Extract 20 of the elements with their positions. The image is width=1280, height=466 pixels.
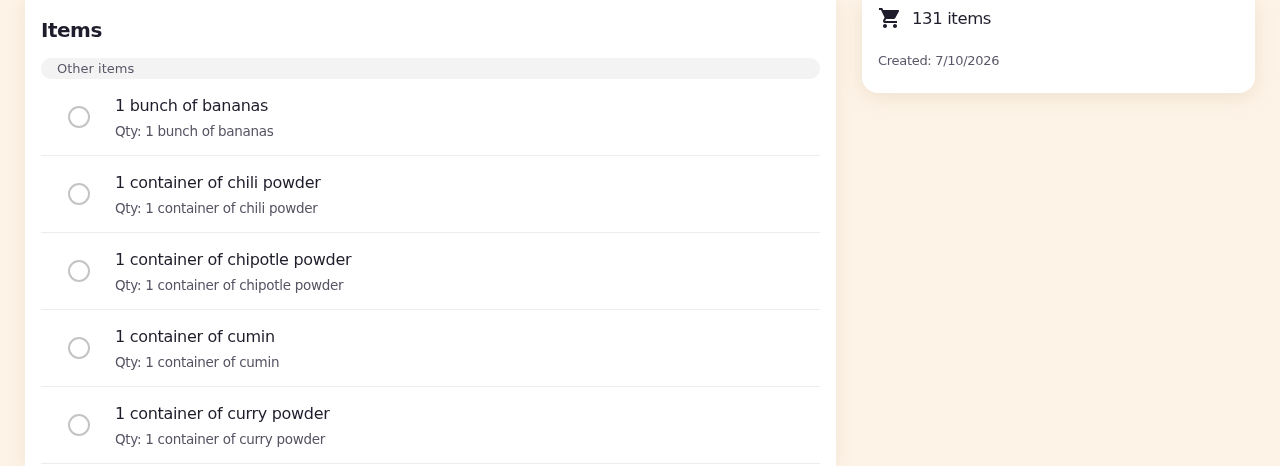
item-name: 1 container of chili powder bbox=[115, 172, 321, 192]
item-name: 1 bunch of bananas bbox=[115, 95, 270, 115]
created-date: Created: 7/10/2026 bbox=[878, 53, 1000, 68]
item-count: 131 items bbox=[912, 8, 991, 28]
group-label: Other items bbox=[41, 58, 820, 79]
cart-icon bbox=[878, 6, 902, 30]
checkbox[interactable] bbox=[68, 260, 90, 282]
checkbox[interactable] bbox=[68, 106, 90, 128]
item-quantity: Qty: 1 container of cumin bbox=[115, 353, 280, 370]
item-quantity: Qty: 1 container of chili powder bbox=[115, 199, 319, 216]
checkbox[interactable] bbox=[68, 414, 90, 436]
checkbox[interactable] bbox=[68, 337, 90, 359]
item-quantity: Qty: 1 container of curry powder bbox=[115, 430, 327, 447]
item-name: 1 container of cumin bbox=[115, 326, 276, 346]
checkbox[interactable] bbox=[68, 183, 90, 205]
section-title: Items bbox=[41, 18, 103, 42]
item-quantity: Qty: 1 container of chipotle powder bbox=[115, 276, 345, 293]
item-name: 1 container of curry powder bbox=[115, 403, 330, 423]
item-name: 1 container of chipotle powder bbox=[115, 249, 352, 269]
item-quantity: Qty: 1 bunch of bananas bbox=[115, 122, 274, 139]
